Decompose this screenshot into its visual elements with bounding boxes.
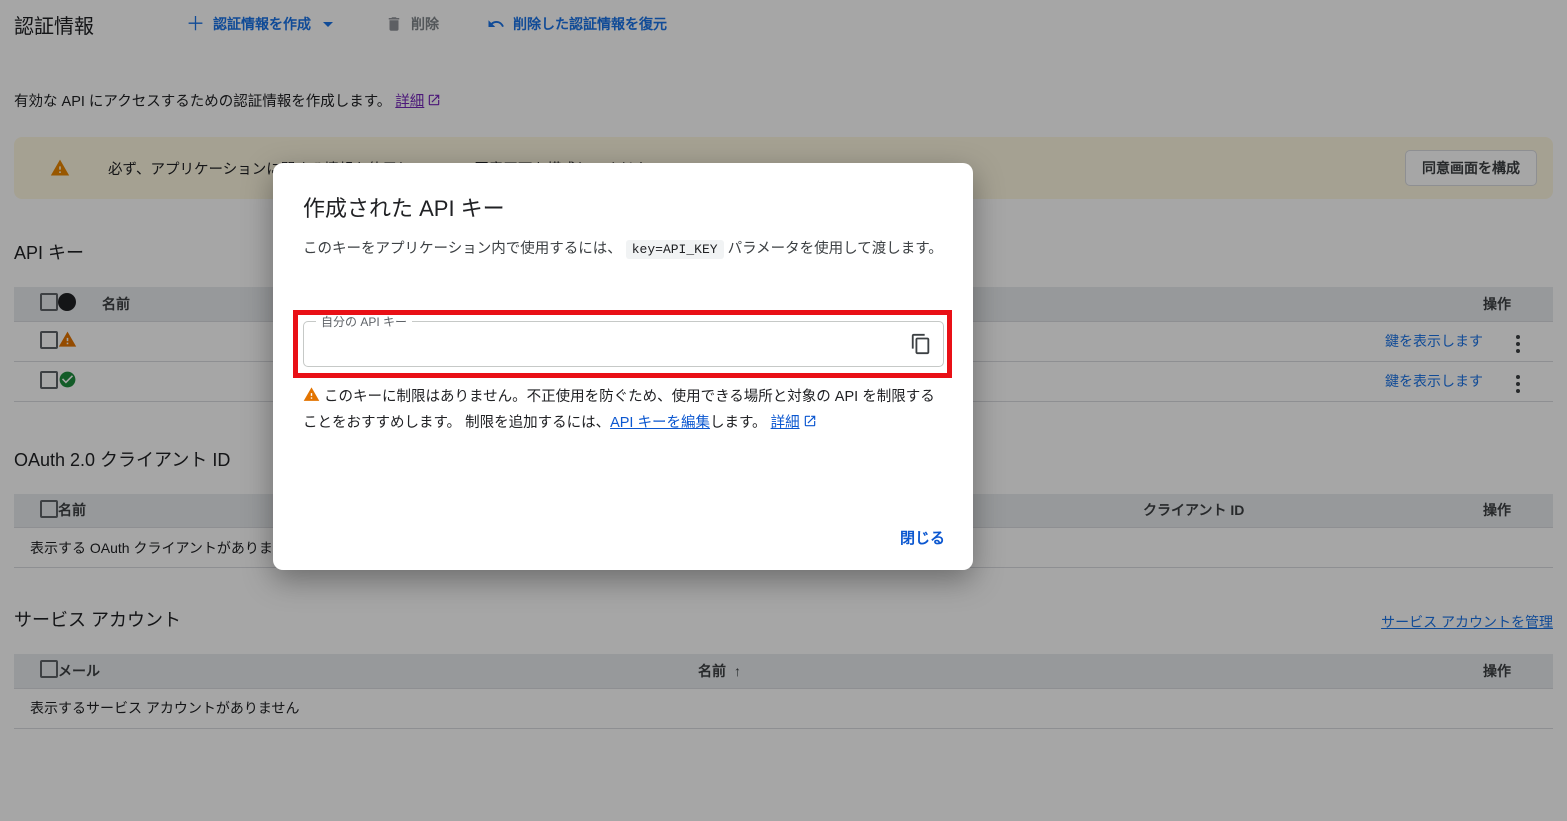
dialog-body-text: このキーをアプリケーション内で使用するには、 xyxy=(303,241,622,257)
api-key-created-dialog: 作成された API キー このキーをアプリケーション内で使用するには、 key=… xyxy=(273,163,973,570)
copy-icon xyxy=(911,333,930,355)
dialog-title: 作成された API キー xyxy=(303,196,505,221)
dialog-body-text: パラメータを使用して渡します。 xyxy=(727,241,943,257)
warning-icon xyxy=(303,387,320,401)
code-chip: key=API_KEY xyxy=(625,240,724,259)
copy-button[interactable] xyxy=(909,333,933,357)
external-link-icon xyxy=(804,415,815,427)
close-button[interactable]: 閉じる xyxy=(900,521,945,554)
api-key-input[interactable] xyxy=(316,323,876,365)
dialog-body: このキーをアプリケーション内で使用するには、 key=API_KEY パラメータ… xyxy=(303,237,951,262)
dialog-warning: このキーに制限はありません。不正使用を防ぐため、使用できる場所と対象の API … xyxy=(303,384,940,436)
api-key-field: 自分の API キー xyxy=(303,313,944,367)
learn-more-link[interactable]: 詳細 xyxy=(771,415,800,431)
edit-api-key-link[interactable]: API キーを編集 xyxy=(610,415,710,431)
dialog-warning-text: します。 xyxy=(709,415,771,431)
